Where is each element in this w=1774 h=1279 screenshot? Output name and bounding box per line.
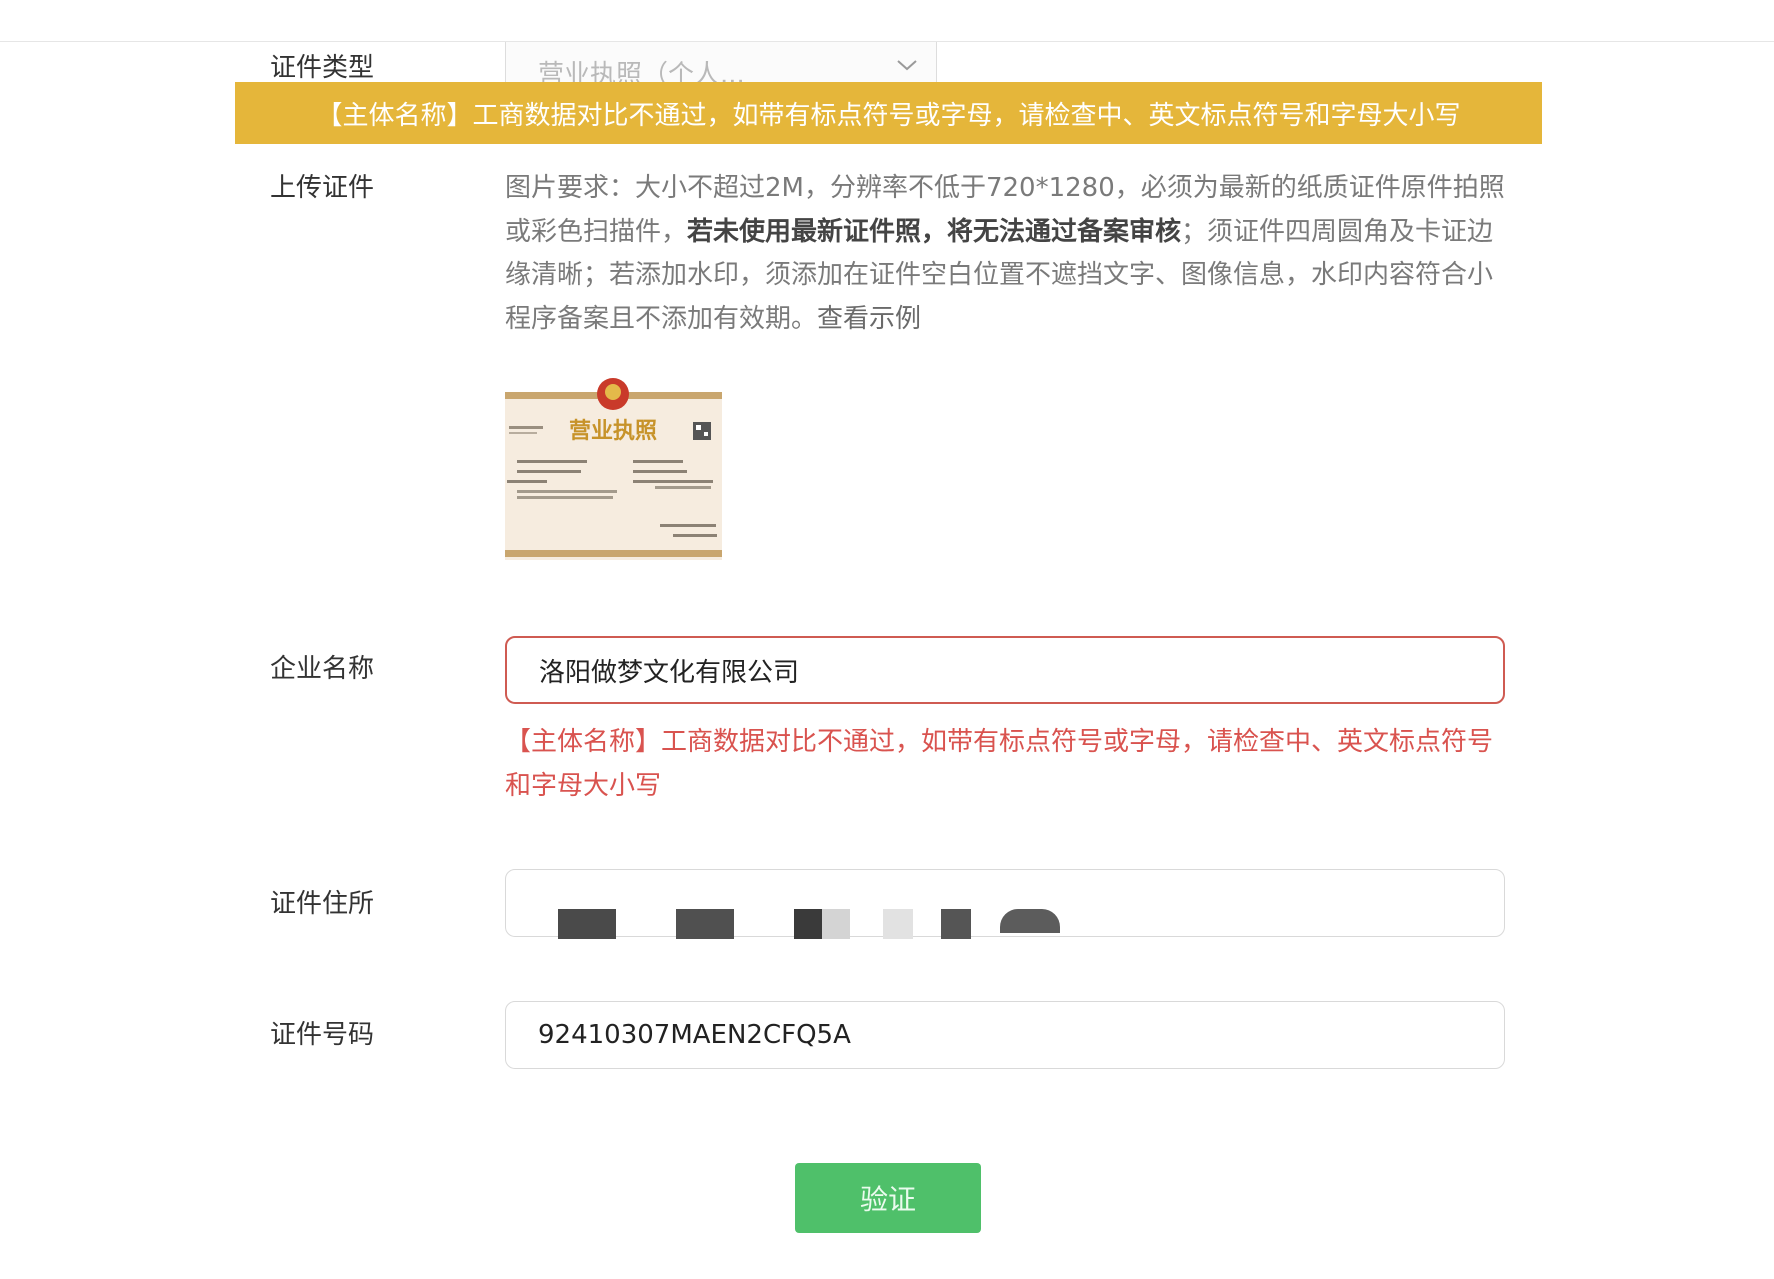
license-thumbnail[interactable]: 营业执照 [505,374,722,564]
chevron-down-icon [897,60,917,71]
cert-number-label: 证件号码 [270,1020,375,1050]
thumbnail-title: 营业执照 [569,418,657,444]
cert-type-select[interactable]: 营业执照（个人... [505,42,937,90]
verify-button[interactable]: 验证 [795,1163,981,1233]
company-name-input[interactable]: 洛阳做梦文化有限公司 [505,636,1505,704]
cert-number-value: 92410307MAEN2CFQ5A [538,1020,851,1050]
upload-label: 上传证件 [270,173,375,203]
cert-type-label: 证件类型 [270,53,375,83]
address-label: 证件住所 [270,889,375,919]
upload-requirements: 图片要求：大小不超过2M，分辨率不低于720*1280，必须为最新的纸质证件原件… [505,167,1505,341]
view-example-link[interactable]: 查看示例 [817,304,921,334]
company-name-label: 企业名称 [270,654,375,684]
cert-number-input[interactable]: 92410307MAEN2CFQ5A [505,1001,1505,1069]
upload-requirements-emphasis: 若未使用最新证件照，将无法通过备案审核 [687,216,1182,247]
company-name-value: 洛阳做梦文化有限公司 [539,657,800,688]
company-name-error: 【主体名称】工商数据对比不通过，如带有标点符号或字母，请检查中、英文标点符号和字… [505,727,1494,801]
national-emblem-icon [597,378,629,410]
error-banner: 【主体名称】工商数据对比不通过，如带有标点符号或字母，请检查中、英文标点符号和字… [235,82,1542,144]
error-banner-text: 【主体名称】工商数据对比不通过，如带有标点符号或字母，请检查中、英文标点符号和字… [316,100,1461,131]
